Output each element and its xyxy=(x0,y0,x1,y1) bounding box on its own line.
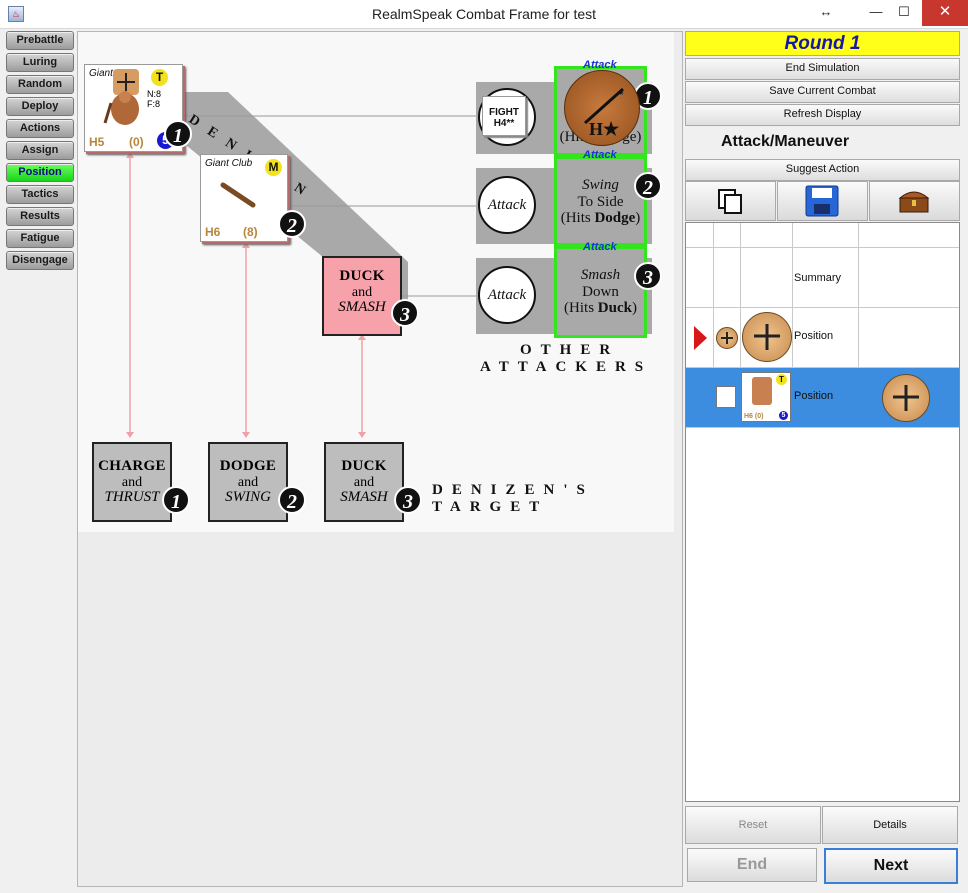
giant-stats: N:8 F:8 xyxy=(147,89,162,109)
phase-position[interactable]: Position xyxy=(6,163,74,182)
combat-sheet: DENIZEN Giant T N:8F:8 H5 (0) 5 1 Giant … xyxy=(78,32,674,532)
other-attackers-line2: ATTACKERS xyxy=(480,359,653,375)
round-banner: Round 1 xyxy=(685,31,960,56)
attacker-weapon-token[interactable]: H★ * xyxy=(564,70,640,146)
target-2-number: 2 xyxy=(278,486,306,514)
table-row-position-1[interactable]: Position xyxy=(686,308,959,368)
target-1-number: 1 xyxy=(162,486,190,514)
mode-row: Attack/Maneuver xyxy=(685,128,960,156)
giant-portrait-icon xyxy=(103,69,139,125)
close-button[interactable]: ✕ xyxy=(922,0,968,26)
duck-smash-number: 3 xyxy=(391,299,419,327)
giant-counter-thumbnail: T H6 (0) 5 xyxy=(741,372,791,422)
phase-fatigue[interactable]: Fatigue xyxy=(6,229,74,248)
phase-deploy[interactable]: Deploy xyxy=(6,97,74,116)
giant-club-slot-number: 2 xyxy=(278,210,306,238)
phase-actions[interactable]: Actions xyxy=(6,119,74,138)
resize-icon[interactable]: ↔ xyxy=(810,0,842,26)
copy-button[interactable] xyxy=(685,181,776,221)
arrowhead-1-up xyxy=(126,152,134,158)
attack-circle-2[interactable]: Attack xyxy=(478,176,536,234)
other-attackers-line1: OTHER xyxy=(520,342,620,358)
mode-label: Attack/Maneuver xyxy=(721,133,850,150)
arrowhead-1 xyxy=(126,432,134,438)
arrowhead-3 xyxy=(358,432,366,438)
attack-cell-3-number: 3 xyxy=(634,262,662,290)
treasure-chest-icon xyxy=(898,191,930,213)
end-button[interactable]: End xyxy=(687,848,817,882)
phase-disengage[interactable]: Disengage xyxy=(6,251,74,270)
fight-chit: FIGHT H4** xyxy=(482,96,526,136)
target-3-number: 3 xyxy=(394,486,422,514)
fight-attack-circle[interactable]: FIGHT H4** xyxy=(478,88,536,146)
phase-luring[interactable]: Luring xyxy=(6,53,74,72)
copy-icon xyxy=(718,189,742,214)
arrowhead-2 xyxy=(242,432,250,438)
maximize-button[interactable]: ☐ xyxy=(888,0,920,26)
giant-mini-icon xyxy=(716,386,736,408)
svg-text:*: * xyxy=(619,88,624,102)
giant-club-fame: (8) xyxy=(243,225,258,239)
right-panel: Round 1 End Simulation Save Current Comb… xyxy=(685,31,960,885)
suggest-action-button[interactable]: Suggest Action xyxy=(685,159,960,181)
table-header-row xyxy=(686,223,959,248)
arrowhead-2-up xyxy=(242,242,250,248)
phase-assign[interactable]: Assign xyxy=(6,141,74,160)
attack-label-2: Attack xyxy=(583,149,617,161)
current-turn-pointer-icon xyxy=(694,326,707,350)
phase-tabs: Prebattle Luring Random Deploy Actions A… xyxy=(6,31,76,273)
denizens-target-line1: DENIZEN'S xyxy=(432,482,594,498)
giant-fame: (0) xyxy=(129,135,144,149)
giant-club-badge: M xyxy=(265,159,282,176)
attack-cell-3[interactable]: Smash Down (Hits Duck) xyxy=(554,246,647,338)
target-duck-smash-box[interactable]: DUCK and SMASH xyxy=(324,442,404,522)
denizen-duck-smash-box[interactable]: DUCK and SMASH xyxy=(322,256,402,336)
club-icon xyxy=(220,182,256,208)
phase-tactics[interactable]: Tactics xyxy=(6,185,74,204)
attack-circle-3[interactable]: Attack xyxy=(478,266,536,324)
giant-tactics-badge: T xyxy=(151,69,168,86)
save-icon xyxy=(805,185,839,217)
position-target-token-icon xyxy=(882,374,930,422)
attack-label-3: Attack xyxy=(583,241,617,253)
position-mini-icon xyxy=(716,327,738,349)
attack-cell-2-number: 2 xyxy=(634,172,662,200)
details-button[interactable]: Details xyxy=(822,806,958,844)
giant-harm: H5 xyxy=(89,135,105,149)
phase-random[interactable]: Random xyxy=(6,75,74,94)
position-token-icon xyxy=(742,312,792,362)
phase-prebattle[interactable]: Prebattle xyxy=(6,31,74,50)
denizens-target-line2: TARGET xyxy=(432,499,549,515)
giant-slot-number: 1 xyxy=(164,120,192,148)
attack-cell-2[interactable]: Swing To Side (Hits Dodge) xyxy=(554,156,647,246)
svg-text:H★: H★ xyxy=(589,119,620,139)
table-row-summary[interactable]: Summary xyxy=(686,248,959,308)
combat-order-table: Summary Position T H6 (0) 5 Position xyxy=(685,222,960,802)
refresh-display-button[interactable]: Refresh Display xyxy=(685,104,960,126)
target-charge-thrust-box[interactable]: CHARGE and THRUST xyxy=(92,442,172,522)
save-current-combat-button[interactable]: Save Current Combat xyxy=(685,81,960,103)
end-simulation-button[interactable]: End Simulation xyxy=(685,58,960,80)
treasure-button[interactable] xyxy=(869,181,960,221)
window-titlebar: ♨ RealmSpeak Combat Frame for test ↔ — ☐… xyxy=(0,0,968,29)
save-button[interactable] xyxy=(777,181,868,221)
giant-club-name: Giant Club xyxy=(205,158,253,169)
next-button[interactable]: Next xyxy=(824,848,958,884)
combat-sheet-panel: DENIZEN Giant T N:8F:8 H5 (0) 5 1 Giant … xyxy=(77,31,683,887)
reset-button[interactable]: Reset xyxy=(685,806,821,844)
table-row-position-2[interactable]: T H6 (0) 5 Position xyxy=(686,368,959,428)
sword-icon: H★ * xyxy=(583,87,625,139)
target-dodge-swing-box[interactable]: DODGE and SWING xyxy=(208,442,288,522)
giant-club-counter[interactable]: Giant Club M H6 (8) xyxy=(200,154,288,242)
giant-club-harm: H6 xyxy=(205,225,221,239)
phase-results[interactable]: Results xyxy=(6,207,74,226)
